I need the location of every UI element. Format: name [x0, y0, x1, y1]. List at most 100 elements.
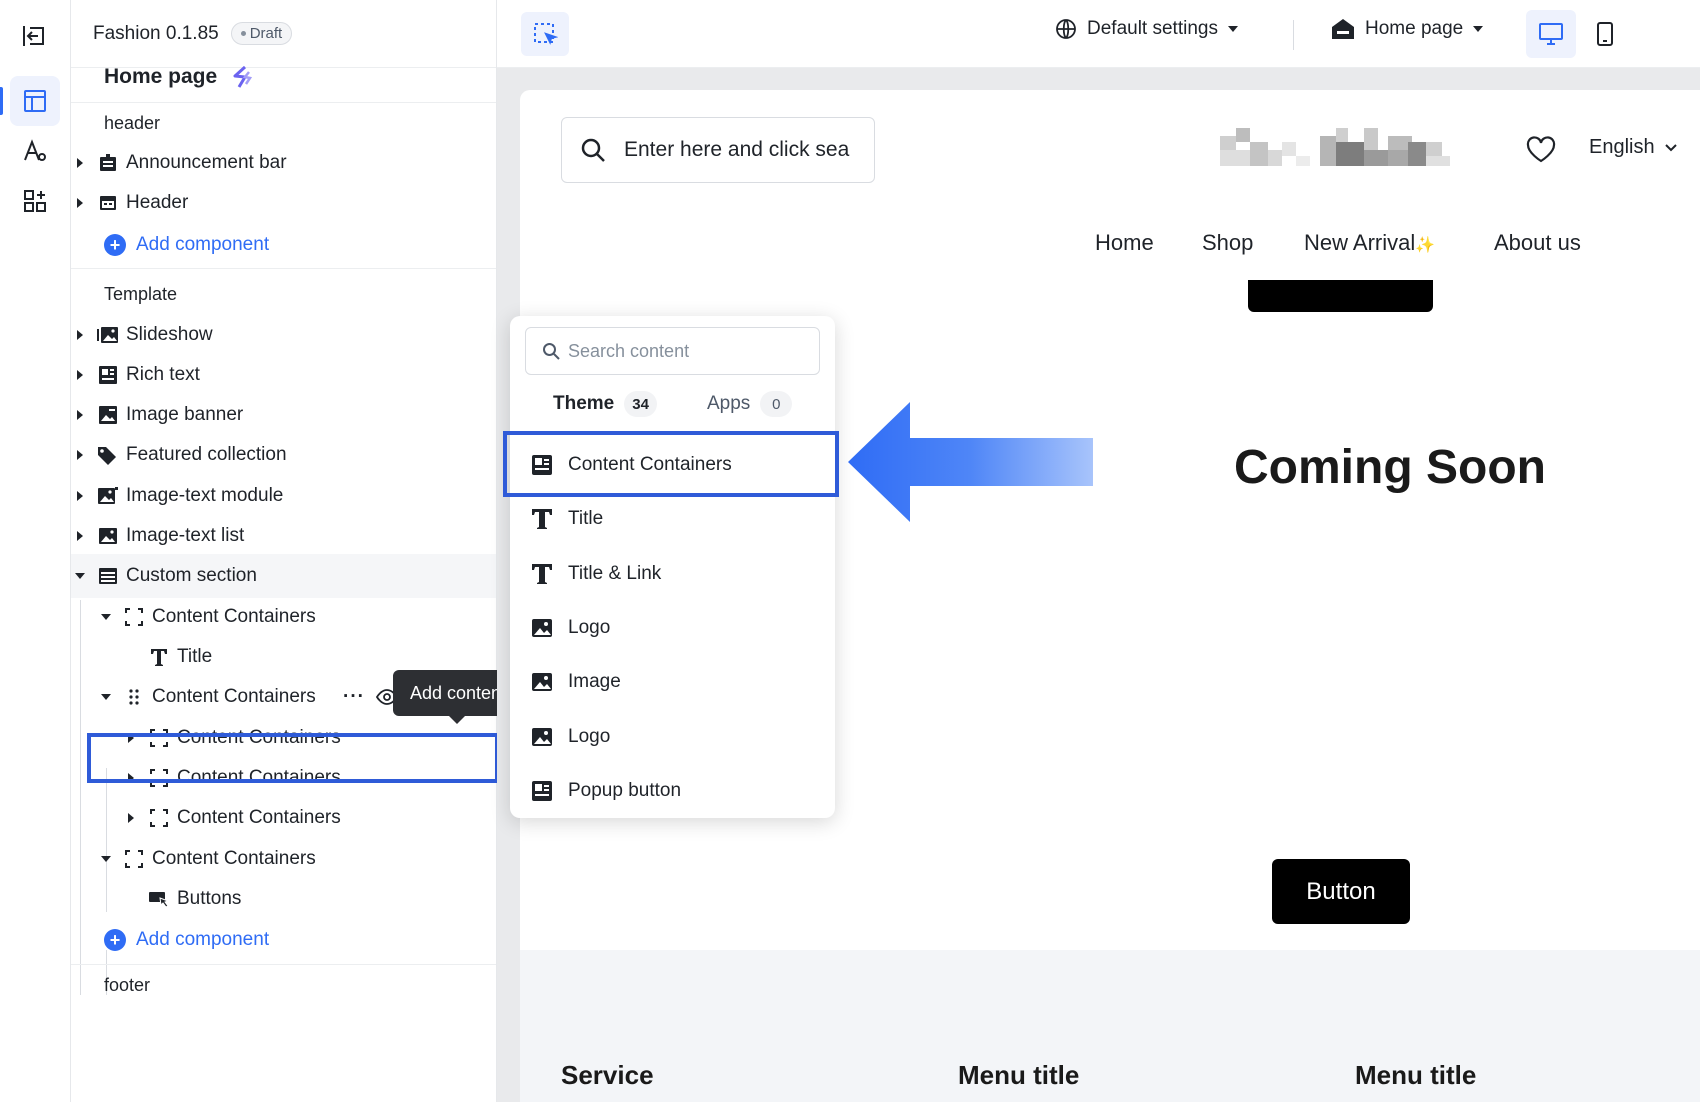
layer-label: Custom section [126, 565, 257, 586]
home-icon [1332, 19, 1354, 39]
caret-right-icon[interactable] [73, 448, 87, 462]
language-selector[interactable]: English [1589, 136, 1677, 159]
page-selector-dropdown[interactable]: Home page [1331, 18, 1484, 40]
caret-right-icon[interactable] [73, 408, 87, 422]
layer-featured-collection[interactable]: Featured collection [71, 433, 496, 477]
layer-image-text-list[interactable]: Image-text list [71, 514, 496, 558]
desktop-view-icon[interactable] [1526, 10, 1576, 58]
layer-label: Image-text list [126, 525, 245, 546]
default-settings-dropdown[interactable]: Default settings [1055, 18, 1238, 40]
mobile-view-icon[interactable] [1580, 10, 1630, 58]
page-selector-label: Home page [1365, 18, 1464, 39]
store-logo[interactable] [1220, 128, 1465, 172]
view-more-button-partial[interactable] [1248, 280, 1433, 312]
coming-soon-heading: Coming Soon [1234, 441, 1546, 494]
plus-icon: + [104, 929, 126, 951]
tab-apps-count: 0 [760, 391, 793, 417]
layer-label: Buttons [177, 888, 242, 909]
content-item-label: Image [568, 671, 621, 692]
content-containers-highlight [503, 431, 839, 497]
nav-about-us[interactable]: About us [1494, 230, 1581, 256]
chevron-down-icon [1664, 143, 1677, 151]
caret-right-icon[interactable] [73, 368, 87, 382]
layer-label: Content Containers [152, 606, 316, 627]
caret-right-icon[interactable] [73, 196, 87, 210]
store-search-input[interactable]: Enter here and click sea [561, 117, 875, 183]
selected-layer-highlight [87, 733, 499, 783]
container-icon [529, 778, 555, 804]
section-label-footer: footer [104, 975, 151, 995]
wishlist-heart-icon[interactable] [1526, 136, 1556, 164]
preview-button[interactable]: Button [1272, 859, 1410, 924]
layer-custom-section[interactable]: Custom section [71, 554, 496, 598]
default-settings-label: Default settings [1087, 18, 1218, 39]
tab-apps[interactable]: Apps 0 [707, 391, 793, 417]
content-item-label: Popup button [568, 780, 682, 801]
content-item-logo[interactable]: Logo [510, 601, 835, 655]
globe-icon [1056, 19, 1076, 39]
content-search-input[interactable]: Search content [525, 327, 820, 375]
theme-style-icon[interactable] [10, 126, 60, 176]
exit-icon[interactable] [20, 22, 48, 50]
image-text-icon [97, 485, 119, 507]
caret-down-icon [1473, 26, 1484, 32]
add-component-button[interactable]: + Add component [104, 929, 269, 951]
more-options-icon[interactable]: ··· [343, 686, 365, 708]
layer-label: Image-text module [126, 485, 284, 506]
layer-image-text-module[interactable]: Image-text module [71, 474, 496, 518]
drag-handle-icon[interactable] [123, 686, 145, 708]
switch-page-icon[interactable] [229, 64, 255, 90]
store-search-placeholder: Enter here and click sea [624, 138, 850, 161]
content-item-popup-button[interactable]: Popup button [510, 764, 835, 818]
text-icon [148, 646, 170, 668]
rich-text-icon [97, 364, 119, 386]
tab-theme-label: Theme [553, 393, 615, 414]
caret-down-icon[interactable] [99, 852, 113, 866]
add-component-button[interactable]: + Add component [104, 234, 269, 256]
caret-right-icon[interactable] [73, 489, 87, 503]
page-title-text: Home page [104, 65, 218, 88]
apps-icon[interactable] [10, 176, 60, 226]
tag-icon [97, 444, 119, 466]
caret-down-icon[interactable] [99, 690, 113, 704]
content-item-title[interactable]: Title [510, 492, 835, 546]
layer-header[interactable]: Header [71, 181, 496, 225]
caret-down-icon [1227, 26, 1238, 32]
layer-content-containers[interactable]: Content Containers [71, 837, 496, 881]
caret-right-icon[interactable] [73, 328, 87, 342]
layer-label: Content Containers [177, 807, 341, 828]
layer-image-banner[interactable]: Image banner [71, 393, 496, 437]
caret-right-icon[interactable] [73, 529, 87, 543]
content-search-placeholder: Search content [568, 340, 690, 361]
content-item-title-link[interactable]: Title & Link [510, 547, 835, 601]
layer-slideshow[interactable]: Slideshow [71, 313, 496, 357]
language-label: English [1589, 136, 1655, 158]
tab-theme-count: 34 [624, 391, 657, 417]
content-item-label: Title [568, 508, 604, 529]
content-item-logo[interactable]: Logo [510, 710, 835, 764]
nav-home[interactable]: Home [1095, 230, 1154, 256]
tab-theme[interactable]: Theme 34 [553, 391, 657, 417]
caret-right-icon[interactable] [73, 156, 87, 170]
caret-down-icon[interactable] [73, 569, 87, 583]
container-icon [123, 606, 145, 628]
add-component-label: Add component [136, 234, 270, 255]
layer-rich-text[interactable]: Rich text [71, 353, 496, 397]
page-title[interactable]: Home page [104, 64, 255, 90]
image-icon [529, 669, 555, 695]
caret-right-icon[interactable] [124, 811, 138, 825]
layer-content-containers[interactable]: Content Containers [71, 796, 496, 840]
store-footer: Service Menu title Menu title [520, 950, 1700, 1102]
layer-label: Slideshow [126, 324, 213, 345]
layout-icon[interactable] [10, 76, 60, 126]
nav-new-arrival[interactable]: New Arrival✨ [1304, 230, 1435, 256]
layer-announcement-bar[interactable]: Announcement bar [71, 141, 496, 185]
layer-label: Announcement bar [126, 152, 287, 173]
select-tool-icon[interactable] [521, 12, 569, 56]
caret-down-icon[interactable] [99, 610, 113, 624]
nav-shop[interactable]: Shop [1202, 230, 1253, 256]
text-icon [529, 506, 555, 532]
layer-buttons[interactable]: Buttons [71, 877, 496, 921]
content-item-image[interactable]: Image [510, 655, 835, 709]
layer-content-containers[interactable]: Content Containers [71, 595, 496, 639]
